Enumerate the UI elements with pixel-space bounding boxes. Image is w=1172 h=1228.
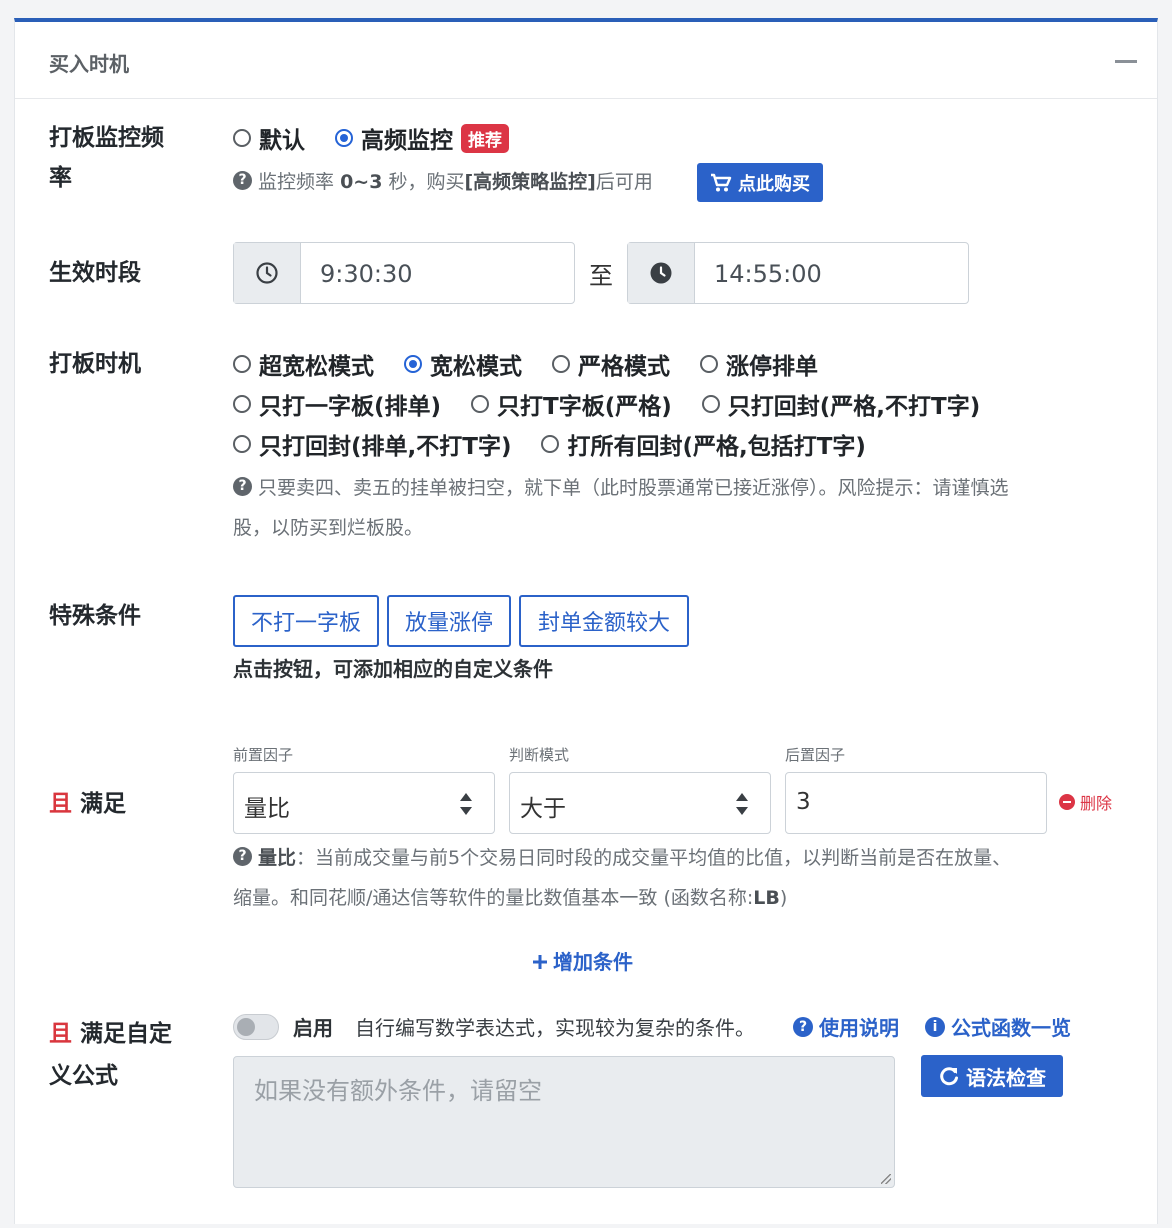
front-factor-select[interactable]: 量比 [233,772,495,834]
condition-help-line1: ? 量比：当前成交量与前5个交易日同时段的成交量平均值的比值，以判断当前是否在放量… [233,838,1011,878]
radio-circle-checked[interactable] [335,129,353,147]
timing-row-1: 超宽松模式 宽松模式 严格模式 涨停排单 [233,344,848,384]
radio-t-board-strict[interactable]: 只打T字板(严格) [471,387,672,421]
enable-toggle[interactable] [233,1014,279,1040]
start-time-addon [234,243,301,303]
radio-default[interactable]: 默认 [233,121,305,155]
clock-solid-icon [650,262,672,284]
radio-circle[interactable] [233,435,251,453]
back-factor-label: 后置因子 [785,746,846,764]
end-time-value: 14:55:00 [714,260,822,288]
recommend-badge: 推荐 [461,123,509,153]
usage-link[interactable]: ? 使用说明 [793,1012,899,1041]
special-hint: 点击按钮，可添加相应的自定义条件 [233,657,553,681]
redo-icon [940,1067,958,1086]
buy-timing-panel: 买入时机 打板监控频 率 默认 高频监控 推荐 ? 监控频率 0~3 秒，购买[高频… [14,18,1158,1224]
large-seal-amount-button[interactable]: 封单金额较大 [519,595,689,647]
end-time-input[interactable]: 14:55:00 [627,242,969,304]
select-arrows-icon [736,793,748,815]
timing-help-line2: 股，以防买到烂板股。 [233,517,424,539]
syntax-check-button[interactable]: 语法检查 [921,1055,1063,1097]
resize-grip-icon[interactable] [881,1174,891,1184]
custom-formula-label-line2: 义公式 [49,1063,118,1089]
timing-label: 打板时机 [49,351,141,377]
select-arrows-icon [460,793,472,815]
freq-radio-group: 默认 高频监控 推荐 [233,118,509,158]
no-one-word-button[interactable]: 不打一字板 [233,595,379,647]
radio-one-word-queue[interactable]: 只打一字板(排单) [233,387,441,421]
radio-reseal-strict[interactable]: 只打回封(严格,不打T字) [701,387,980,421]
radio-circle[interactable] [233,355,251,373]
radio-circle-checked[interactable] [404,355,422,373]
condition-label: 且 满足 [49,791,127,817]
radio-circle[interactable] [701,395,720,413]
panel-header: 买入时机 [15,22,1157,99]
functions-link[interactable]: i 公式函数一览 [925,1012,1071,1041]
radio-reseal-queue[interactable]: 只打回封(排单,不打T字) [233,427,511,461]
radio-circle[interactable] [233,395,251,413]
cart-icon [711,173,732,191]
question-icon: ? [233,847,252,866]
end-time-addon [628,243,695,303]
question-icon: ? [233,171,252,190]
condition-help-line2: 缩量。和同花顺/通达信等软件的量比数值基本一致 (函数名称:LB) [233,887,788,909]
custom-desc: 自行编写数学表达式，实现较为复杂的条件。 [355,1016,755,1040]
radio-circle[interactable] [552,355,570,373]
custom-formula-label: 且 满足自定 [49,1021,173,1047]
info-circle-icon: i [925,1016,945,1037]
collapse-icon[interactable] [1115,60,1137,63]
start-time-input[interactable]: 9:30:30 [233,242,575,304]
freq-label: 打板监控频 [49,125,164,151]
timing-row-3: 只打回封(排单,不打T字) 打所有回封(严格,包括打T字) [233,424,896,464]
judge-mode-label: 判断模式 [509,746,570,764]
minus-circle-icon [1059,794,1075,810]
buy-button[interactable]: 点此购买 [697,163,823,202]
start-time-value: 9:30:30 [320,260,413,288]
timing-row-2: 只打一字板(排单) 只打T字板(严格) 只打回封(严格,不打T字) [233,384,1010,424]
radio-circle[interactable] [471,395,490,413]
question-icon: ? [233,477,252,496]
radio-circle[interactable] [700,355,718,373]
enable-label: 启用 [293,1016,333,1040]
freq-label-line2: 率 [49,165,72,191]
formula-placeholder: 如果没有额外条件，请留空 [254,1077,542,1105]
special-label: 特殊条件 [49,603,141,629]
plus-icon [533,955,547,969]
volume-limit-up-button[interactable]: 放量涨停 [387,595,511,647]
radio-strict[interactable]: 严格模式 [552,347,670,381]
delete-condition-button[interactable]: 删除 [1059,790,1112,814]
question-circle-icon: ? [793,1016,813,1037]
freq-help: ? 监控频率 0~3 秒，购买[高频策略监控]后可用 [233,162,653,202]
radio-loose[interactable]: 宽松模式 [404,347,522,381]
radio-limit-queue[interactable]: 涨停排单 [700,347,818,381]
radio-all-reseal[interactable]: 打所有回封(严格,包括打T字) [541,427,866,461]
timing-help-line1: ? 只要卖四、卖五的挂单被扫空，就下单（此时股票通常已接近涨停）。风险提示：请谨慎… [233,468,1009,508]
period-label: 生效时段 [49,260,141,286]
radio-ultra-loose[interactable]: 超宽松模式 [233,347,374,381]
back-factor-input[interactable]: 3 [785,772,1047,834]
radio-circle[interactable] [541,435,560,453]
to-label: 至 [589,262,613,290]
radio-circle[interactable] [233,129,251,147]
front-factor-label: 前置因子 [233,746,294,764]
judge-mode-select[interactable]: 大于 [509,772,771,834]
clock-outline-icon [256,262,278,284]
radio-high-freq[interactable]: 高频监控 推荐 [335,121,509,155]
panel-title: 买入时机 [49,52,129,76]
add-condition-button[interactable]: 增加条件 [531,946,633,975]
formula-textarea[interactable]: 如果没有额外条件，请留空 [233,1056,895,1188]
